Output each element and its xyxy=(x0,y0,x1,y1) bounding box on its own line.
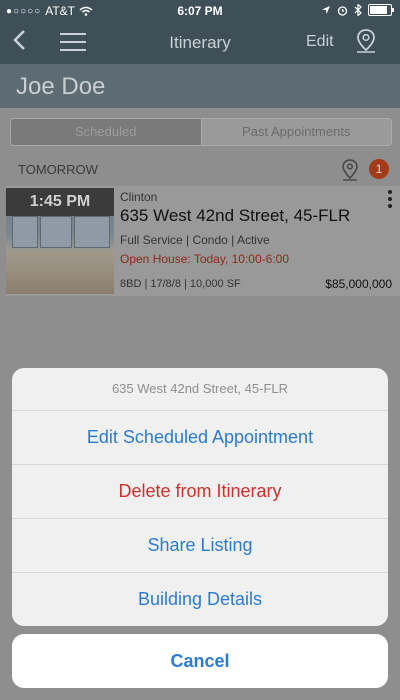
bluetooth-icon xyxy=(354,4,362,16)
user-name-bar: Joe Doe xyxy=(0,64,400,108)
cancel-button[interactable]: Cancel xyxy=(12,634,388,688)
share-listing-button[interactable]: Share Listing xyxy=(12,519,388,573)
listing-address: 635 West 42nd Street, 45-FLR xyxy=(120,206,351,225)
edit-button[interactable]: Edit xyxy=(306,33,334,51)
map-pin-button[interactable] xyxy=(354,27,378,60)
user-name: Joe Doe xyxy=(16,73,106,100)
action-sheet-title: 635 West 42nd Street, 45-FLR xyxy=(12,368,388,411)
page-title: Itinerary xyxy=(169,33,231,52)
listing-photo: 1:45 PM xyxy=(6,188,114,294)
more-vertical-icon xyxy=(388,190,392,194)
open-house-text: Open House: Today, 10:00-6:00 xyxy=(120,252,290,266)
listing-stats: 8BD | 17/8/8 | 10,000 SF xyxy=(120,278,241,290)
tab-scheduled[interactable]: Scheduled xyxy=(11,119,201,145)
map-pin-button[interactable] xyxy=(340,158,360,187)
building-details-button[interactable]: Building Details xyxy=(12,573,388,626)
listing-meta: Full Service | Condo | Active xyxy=(120,233,270,247)
status-bar: ●○○○○ AT&T 6:07 PM xyxy=(0,0,400,22)
map-pin-icon xyxy=(342,159,358,181)
edit-appointment-button[interactable]: Edit Scheduled Appointment xyxy=(12,411,388,465)
alarm-icon xyxy=(337,5,348,16)
battery-icon xyxy=(368,4,394,16)
listing-neighborhood: Clinton xyxy=(120,190,158,204)
appointments-segment-control: Scheduled Past Appointments xyxy=(10,118,392,146)
tab-past-appointments[interactable]: Past Appointments xyxy=(200,119,392,145)
more-options-button[interactable] xyxy=(388,190,392,211)
action-sheet: 635 West 42nd Street, 45-FLR Edit Schedu… xyxy=(12,368,388,626)
delete-from-itinerary-button[interactable]: Delete from Itinerary xyxy=(12,465,388,519)
listing-card[interactable]: 1:45 PM Clinton 635 West 42nd Street, 45… xyxy=(6,186,400,296)
location-arrow-icon xyxy=(322,6,330,14)
section-header: TOMORROW xyxy=(18,162,98,177)
nav-bar: Itinerary Edit xyxy=(0,22,400,64)
appointment-time: 1:45 PM xyxy=(6,188,114,216)
listing-price: $85,000,000 xyxy=(325,277,392,291)
map-pin-icon xyxy=(357,29,375,53)
count-badge: 1 xyxy=(369,159,389,179)
